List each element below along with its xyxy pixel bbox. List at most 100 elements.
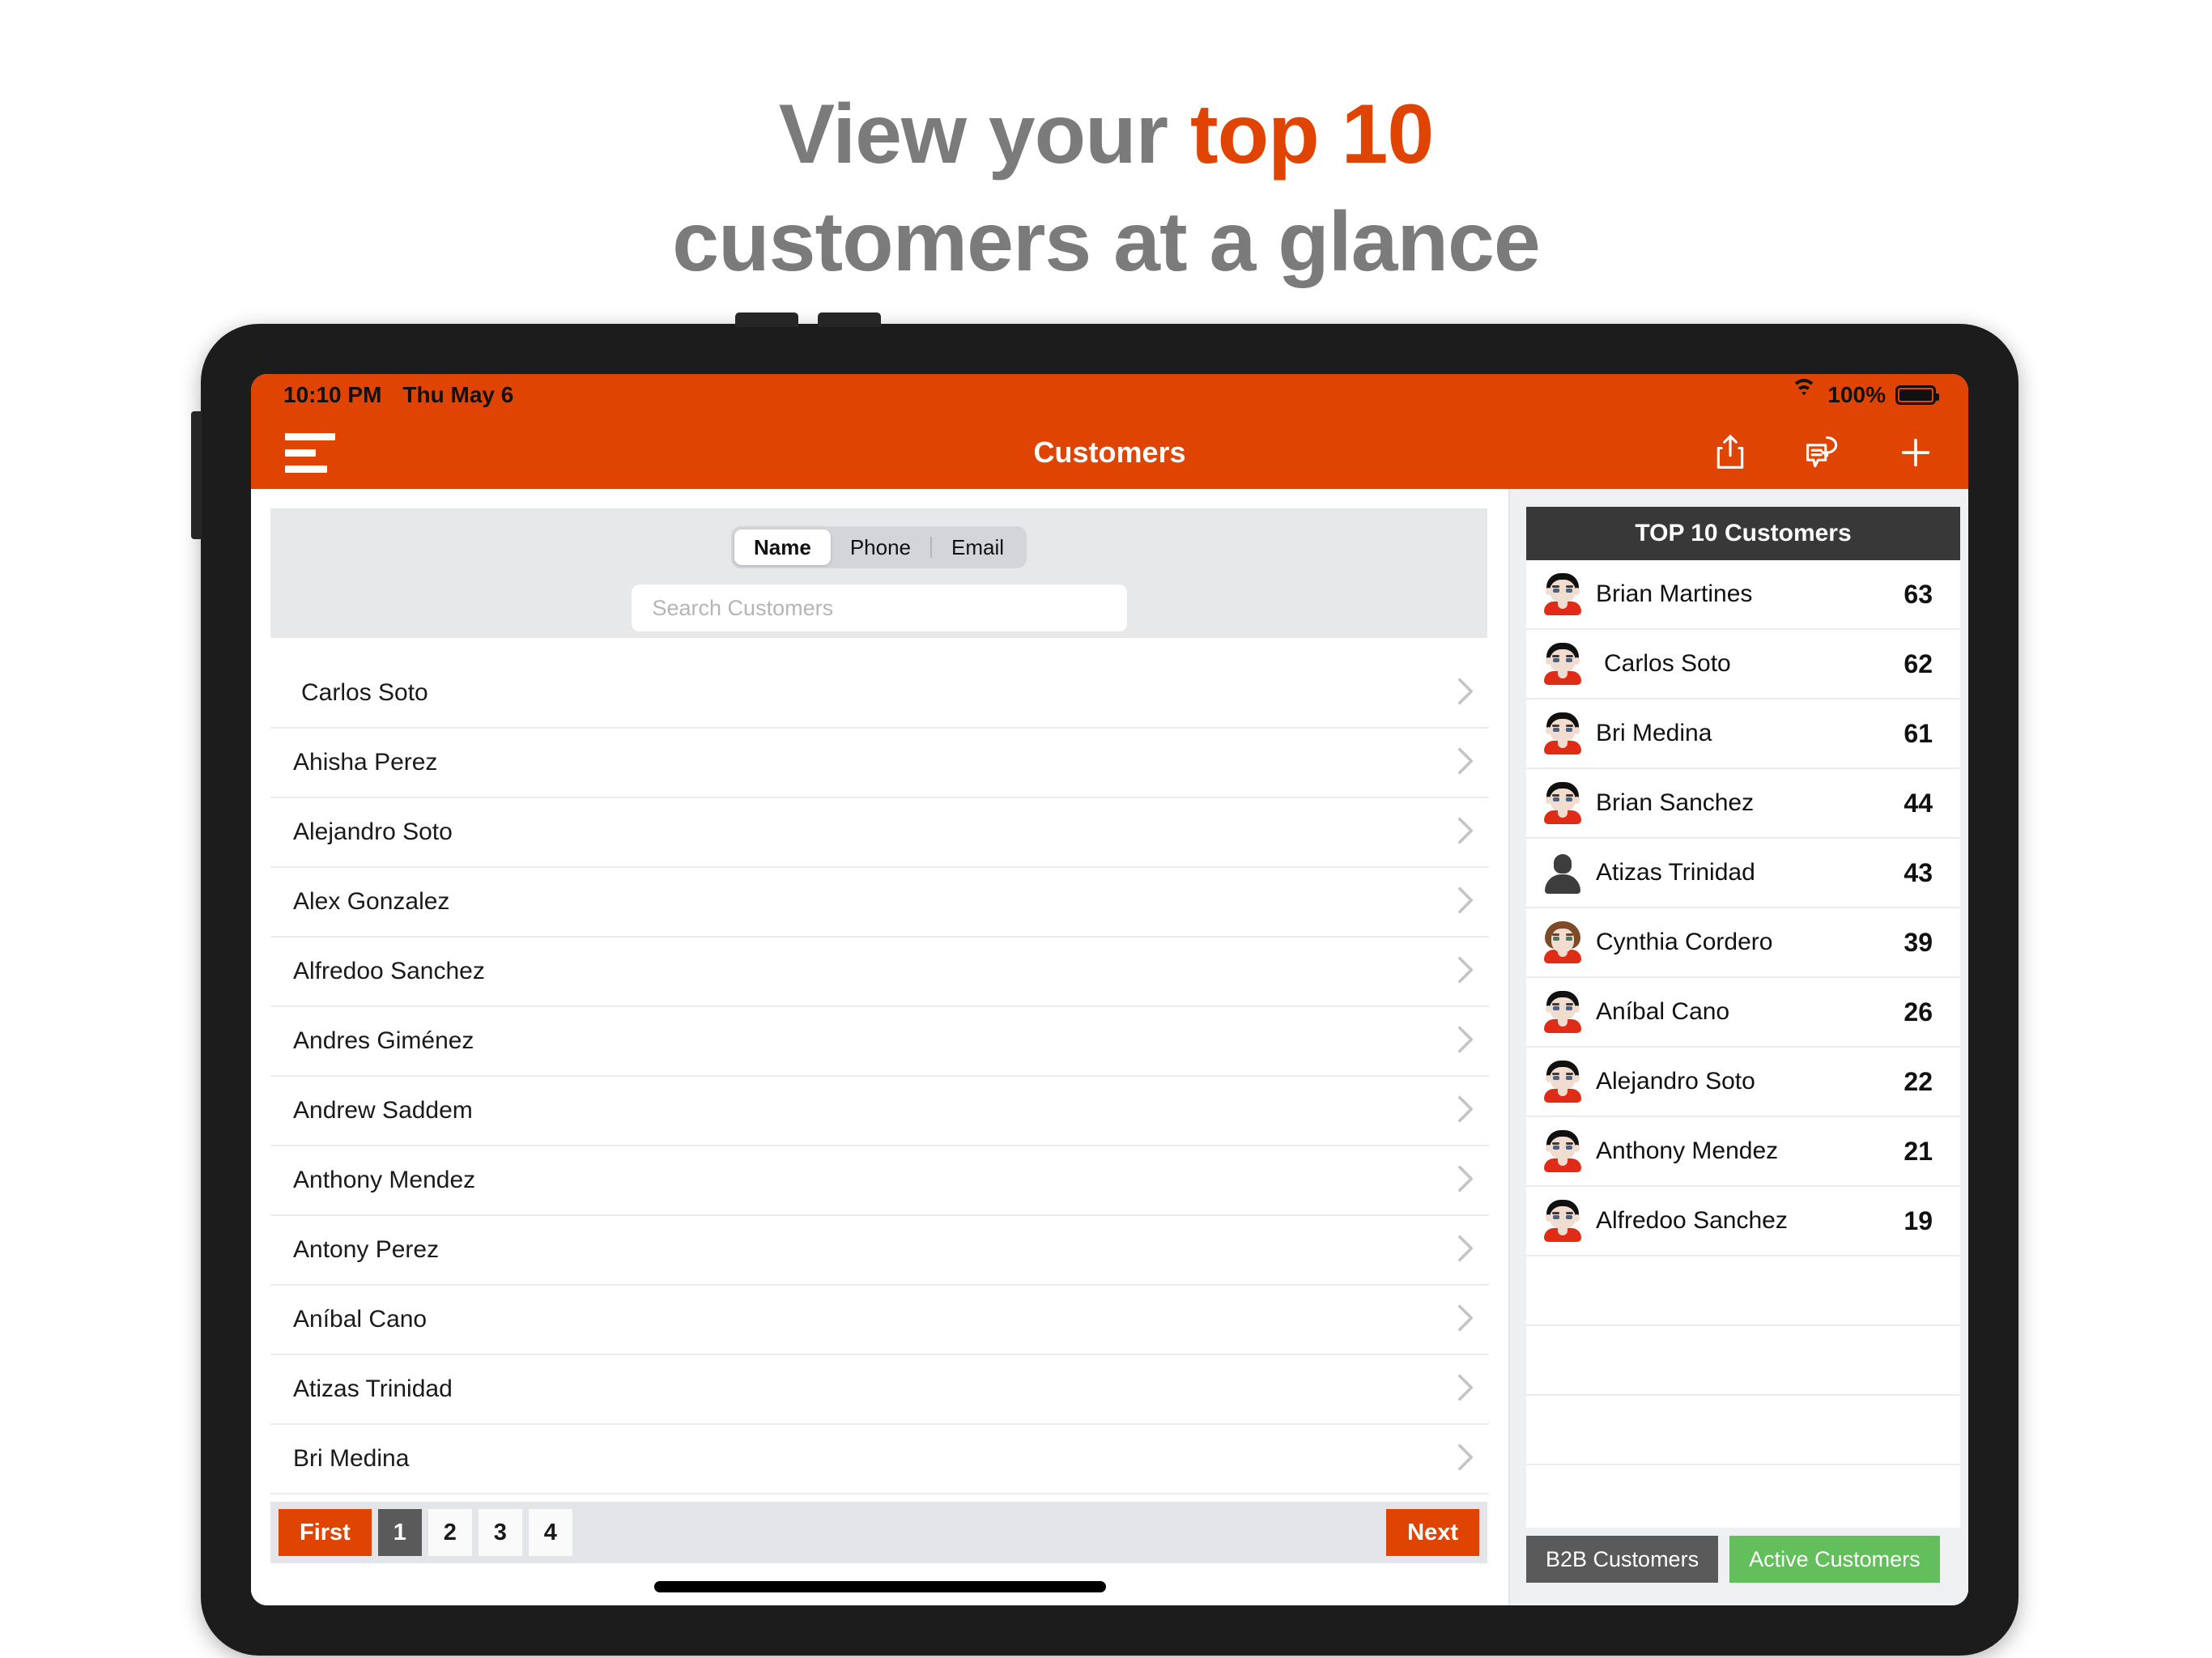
- customer-name: Alejandro Soto: [293, 818, 453, 845]
- app-body: Name Phone Email Carlos Soto Ahisha Perez…: [251, 489, 1968, 1605]
- active-customers-button[interactable]: Active Customers: [1729, 1536, 1940, 1583]
- chat-bubble-icon[interactable]: [1803, 434, 1842, 471]
- customer-list-item[interactable]: Ahisha Perez: [270, 729, 1489, 798]
- chevron-right-icon: [1457, 1164, 1474, 1197]
- chevron-right-icon: [1457, 816, 1474, 849]
- top10-customer-value: 44: [1904, 788, 1933, 818]
- pagination-page-2[interactable]: 2: [428, 1509, 472, 1556]
- chevron-right-icon: [1457, 1443, 1474, 1476]
- top10-empty-row: [1526, 1326, 1960, 1396]
- top10-customer-name: Bri Medina: [1596, 720, 1712, 746]
- top10-customer-name: Brian Martines: [1596, 580, 1753, 607]
- top10-footer: B2B Customers Active Customers: [1526, 1536, 1960, 1583]
- top10-customer-name: Cynthia Cordero: [1596, 929, 1773, 955]
- status-date: Thu May 6: [402, 382, 514, 407]
- customer-list-item[interactable]: Antony Perez: [270, 1216, 1489, 1286]
- customer-list-item[interactable]: Alfredoo Sanchez: [270, 937, 1489, 1007]
- pagination-page-4[interactable]: 4: [528, 1509, 572, 1556]
- customer-list-item[interactable]: Alejandro Soto: [270, 798, 1489, 868]
- customer-list-item[interactable]: Anthony Mendez: [270, 1146, 1489, 1216]
- chevron-right-icon: [1457, 886, 1474, 919]
- male-avatar: [1544, 573, 1581, 615]
- page-title: View your top 10 customers at a glance: [0, 81, 2212, 296]
- top10-list-item[interactable]: Atizas Trinidad 43: [1526, 839, 1960, 908]
- male-avatar: [1544, 643, 1581, 685]
- headline-line-1: View your top 10: [0, 81, 2212, 189]
- pagination-page-1[interactable]: 1: [377, 1509, 422, 1556]
- customer-list-item[interactable]: Andrew Saddem: [270, 1077, 1489, 1146]
- search-box[interactable]: [631, 585, 1127, 631]
- headline-line-2: customers at a glance: [672, 195, 1540, 290]
- b2b-customers-button[interactable]: B2B Customers: [1526, 1536, 1719, 1583]
- male-avatar: [1544, 991, 1581, 1033]
- top10-customer-name: Alejandro Soto: [1596, 1068, 1755, 1095]
- segment-phone[interactable]: Phone: [831, 529, 930, 565]
- share-icon[interactable]: [1712, 433, 1748, 472]
- segment-email[interactable]: Email: [932, 529, 1023, 565]
- pagination-next-button[interactable]: Next: [1386, 1509, 1479, 1556]
- top10-customer-value: 43: [1904, 857, 1933, 887]
- search-field-segmented-control[interactable]: Name Phone Email: [730, 526, 1027, 568]
- customer-name: Andres Giménez: [293, 1027, 474, 1054]
- customer-list-item[interactable]: Alex Gonzalez: [270, 868, 1489, 937]
- top10-list-item[interactable]: Cynthia Cordero 39: [1526, 908, 1960, 978]
- battery-percent-label: 100%: [1827, 382, 1886, 407]
- nav-title: Customers: [1033, 436, 1186, 469]
- ipad-device-frame: 10:10 PM Thu May 6 100% Customers Name P…: [191, 312, 2018, 1656]
- chevron-right-icon: [1457, 1025, 1474, 1058]
- ios-status-bar: 10:10 PM Thu May 6 100%: [251, 374, 1968, 416]
- customer-list-item[interactable]: Andres Giménez: [270, 1007, 1489, 1077]
- top10-empty-row: [1526, 1256, 1960, 1326]
- top10-empty-row: [1526, 1396, 1960, 1465]
- chevron-right-icon: [1457, 1234, 1474, 1267]
- battery-icon: [1895, 385, 1939, 405]
- top10-list-item[interactable]: Carlos Soto 62: [1526, 630, 1960, 699]
- device-screen: 10:10 PM Thu May 6 100% Customers Name P…: [251, 374, 1968, 1605]
- customers-pane: Name Phone Email Carlos Soto Ahisha Perez…: [251, 489, 1508, 1605]
- pagination-first-button[interactable]: First: [279, 1509, 372, 1556]
- chevron-right-icon: [1457, 955, 1474, 988]
- top10-customer-name: Alfredoo Sanchez: [1596, 1207, 1788, 1234]
- customer-name: Alfredoo Sanchez: [293, 958, 485, 984]
- plus-icon[interactable]: [1897, 434, 1934, 471]
- top10-list-item[interactable]: Alfredoo Sanchez 19: [1526, 1187, 1960, 1256]
- male-avatar: [1544, 1061, 1581, 1103]
- hamburger-menu-icon[interactable]: [285, 432, 335, 473]
- top10-customer-name: Aníbal Cano: [1596, 998, 1730, 1025]
- device-top-button-2: [818, 312, 881, 327]
- top10-pane: TOP 10 Customers Brian Martines 63 Carlos …: [1508, 489, 1968, 1605]
- male-avatar: [1544, 782, 1581, 824]
- home-indicator: [653, 1581, 1106, 1592]
- top10-list-item[interactable]: Brian Sanchez 44: [1526, 769, 1960, 839]
- top10-card: TOP 10 Customers Brian Martines 63 Carlos …: [1526, 507, 1960, 1528]
- search-input[interactable]: [652, 595, 1106, 621]
- top10-customer-value: 39: [1904, 927, 1933, 957]
- customer-list-item[interactable]: Carlos Soto: [270, 659, 1489, 729]
- chevron-right-icon: [1457, 677, 1474, 710]
- customer-name: Carlos Soto: [301, 679, 428, 706]
- top10-list-item[interactable]: Aníbal Cano 26: [1526, 978, 1960, 1048]
- customer-list-item[interactable]: Bri Medina: [270, 1425, 1489, 1494]
- top10-customer-name: Anthony Mendez: [1596, 1137, 1779, 1164]
- customer-name: Alex Gonzalez: [293, 888, 450, 915]
- top10-customer-name: Carlos Soto: [1604, 650, 1731, 677]
- chevron-right-icon: [1457, 1373, 1474, 1406]
- top10-customer-value: 63: [1904, 579, 1933, 609]
- top10-list-item[interactable]: Anthony Mendez 21: [1526, 1117, 1960, 1187]
- search-header: Name Phone Email: [270, 508, 1487, 638]
- customer-list-item[interactable]: Atizas Trinidad: [270, 1355, 1489, 1425]
- top10-list-item[interactable]: Bri Medina 61: [1526, 699, 1960, 769]
- top10-list-item[interactable]: Brian Martines 63: [1526, 560, 1960, 630]
- top10-customer-name: Brian Sanchez: [1596, 789, 1755, 816]
- top10-list: Brian Martines 63 Carlos Soto 62 Bri Medina 6…: [1526, 560, 1960, 1465]
- pagination-page-3[interactable]: 3: [478, 1509, 522, 1556]
- customer-list-item[interactable]: Aníbal Cano: [270, 1286, 1489, 1355]
- male-avatar: [1544, 1200, 1581, 1242]
- top10-header: TOP 10 Customers: [1526, 507, 1960, 560]
- top10-customer-value: 26: [1904, 997, 1933, 1027]
- top10-list-item[interactable]: Alejandro Soto 22: [1526, 1048, 1960, 1117]
- customer-name: Andrew Saddem: [293, 1097, 473, 1124]
- segment-name[interactable]: Name: [734, 529, 831, 565]
- top10-customer-name: Atizas Trinidad: [1596, 859, 1755, 886]
- female-avatar: [1544, 921, 1581, 963]
